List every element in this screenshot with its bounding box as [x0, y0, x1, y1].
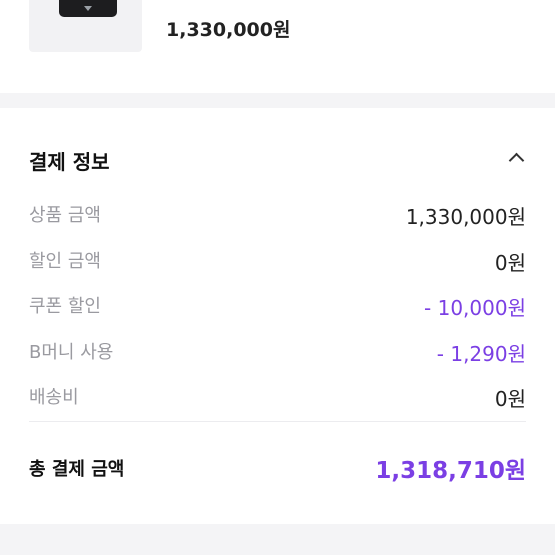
row-label: 배송비	[29, 387, 79, 408]
row-value: 1,330,000원	[405, 205, 526, 229]
product-thumbnail[interactable]	[29, 0, 142, 52]
total-value: 1,318,710원	[375, 458, 526, 484]
product-price: 1,330,000원	[166, 19, 291, 41]
row-value: 0원	[494, 387, 526, 411]
row-shipping-fee: 배송비 0원	[29, 383, 526, 411]
row-product-amount: 상품 금액 1,330,000원	[29, 201, 526, 229]
row-label: 상품 금액	[29, 205, 101, 226]
product-image	[59, 0, 117, 17]
row-label: 쿠폰 할인	[29, 296, 101, 317]
row-value: - 1,290원	[436, 342, 526, 366]
section-title: 결제 정보	[29, 150, 110, 174]
row-value: - 10,000원	[424, 296, 526, 320]
chevron-up-icon[interactable]	[508, 152, 525, 169]
section-divider-bottom	[0, 524, 555, 555]
brand-triangle-logo	[84, 6, 92, 11]
payment-info-section: 결제 정보 상품 금액 1,330,000원 할인 금액 0원 쿠폰 할인 - …	[0, 108, 555, 524]
row-label: B머니 사용	[29, 342, 114, 363]
total-label: 총 결제 금액	[29, 459, 125, 480]
product-name-clipped	[166, 0, 526, 2]
section-divider	[0, 93, 555, 108]
row-value: 0원	[494, 251, 526, 275]
row-coupon-discount: 쿠폰 할인 - 10,000원	[29, 292, 526, 320]
row-label: 할인 금액	[29, 251, 101, 272]
row-bmoney-used: B머니 사용 - 1,290원	[29, 338, 526, 366]
divider-line	[29, 421, 526, 422]
row-discount-amount: 할인 금액 0원	[29, 247, 526, 275]
product-summary: 1,330,000원	[0, 0, 555, 93]
